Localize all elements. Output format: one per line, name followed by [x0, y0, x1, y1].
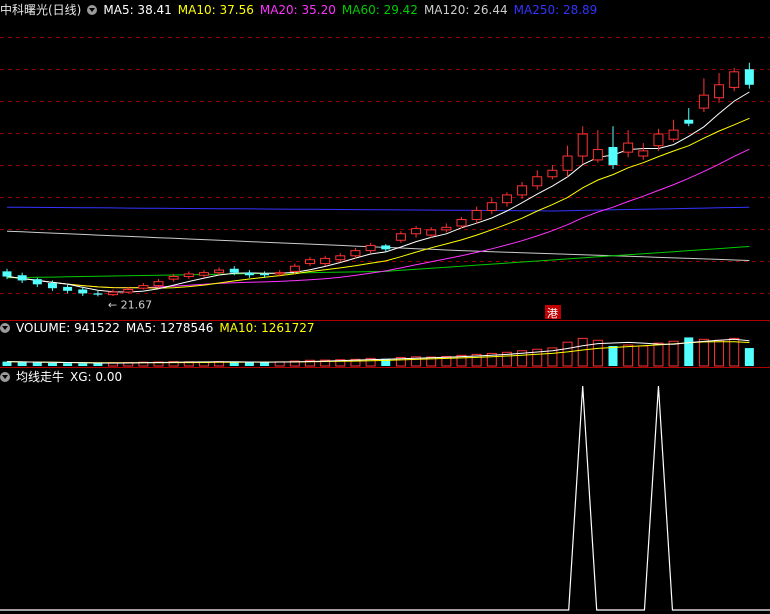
- candle-body: [305, 259, 315, 265]
- volume-bar: [229, 362, 239, 366]
- candle-body: [365, 244, 376, 252]
- candle-body: [471, 209, 482, 221]
- candle-body: [729, 71, 740, 88]
- volume-bar: [698, 338, 709, 367]
- volume-bar: [714, 339, 725, 367]
- candle-body: [320, 257, 331, 265]
- hk-badge: 港: [547, 307, 558, 320]
- volume-bar: [17, 362, 27, 366]
- candle-body: [17, 275, 27, 281]
- volume-bar: [78, 363, 88, 366]
- candle-body: [153, 281, 164, 287]
- volume-bar: [744, 348, 754, 366]
- candle-body: [426, 229, 437, 236]
- volume-bar: [93, 363, 103, 366]
- candle-body: [229, 268, 239, 273]
- candle-body: [517, 185, 528, 196]
- candle-body: [532, 176, 543, 187]
- candle-body: [108, 291, 119, 296]
- candle-body: [2, 271, 12, 277]
- volume-bar: [32, 362, 42, 366]
- candle-body: [274, 272, 285, 275]
- volume-bar: [260, 362, 270, 366]
- xg-line: [0, 385, 770, 611]
- candle-body: [698, 94, 709, 109]
- ma250-line: [6, 206, 750, 212]
- candle-body: [198, 272, 209, 276]
- candle-body: [714, 84, 725, 99]
- candle-body: [244, 272, 254, 276]
- volume-bar: [244, 362, 254, 366]
- candle-body: [93, 293, 103, 295]
- volume-bar: [2, 361, 12, 366]
- candle-body: [168, 276, 179, 280]
- candle-body: [577, 133, 588, 157]
- volume-bar: [668, 340, 679, 367]
- low-price-marker: ← 21.67: [108, 298, 152, 311]
- candle-body: [123, 288, 134, 293]
- volume-bar: [608, 346, 618, 366]
- candle-body: [395, 233, 406, 241]
- candle-body: [183, 273, 194, 278]
- volume-bar: [729, 337, 740, 367]
- volume-ma5-line: [6, 338, 750, 364]
- candle-body: [638, 150, 649, 157]
- ma10-line: [6, 117, 750, 289]
- candle-body: [653, 133, 664, 147]
- volume-bar: [684, 337, 694, 366]
- candle-body: [78, 289, 88, 294]
- candle-body: [592, 149, 603, 161]
- candle-body: [441, 226, 452, 231]
- candle-body: [411, 228, 422, 235]
- candle-body: [260, 273, 270, 276]
- volume-bar: [47, 362, 57, 366]
- candle-body: [684, 119, 694, 124]
- candle-body: [547, 169, 558, 178]
- volume-bar: [623, 344, 634, 367]
- ma20-line: [6, 148, 750, 289]
- ma120-line: [6, 230, 750, 261]
- candle-body: [214, 269, 225, 274]
- volume-bar: [63, 363, 73, 366]
- candle-body: [32, 279, 42, 285]
- volume-bar: [562, 341, 573, 367]
- volume-bar: [577, 337, 588, 367]
- candle-body: [623, 142, 634, 153]
- candle-body: [668, 129, 679, 140]
- candle-body: [456, 219, 467, 227]
- candle-body: [289, 265, 300, 272]
- candle-body: [486, 202, 497, 211]
- candle-body: [744, 69, 754, 85]
- stock-chart[interactable]: ← 21.67 港: [0, 0, 770, 614]
- candle-body: [63, 286, 73, 291]
- candle-body: [138, 285, 149, 289]
- candle-body: [350, 250, 361, 257]
- candle-body: [562, 155, 573, 171]
- volume-bar: [653, 342, 664, 367]
- candle-body: [501, 194, 512, 204]
- volume-bar: [638, 345, 649, 367]
- candle-body: [381, 245, 391, 250]
- candle-body: [47, 283, 57, 289]
- candle-body: [608, 146, 618, 166]
- candle-body: [335, 255, 346, 261]
